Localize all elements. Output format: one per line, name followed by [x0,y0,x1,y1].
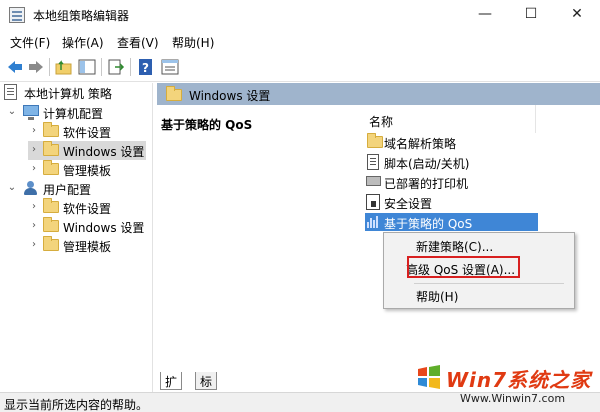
tree-computer-admin-templates[interactable]: › 管理模板 [28,160,152,179]
chevron-down-icon[interactable]: ⌄ [6,106,18,117]
tree-computer-windows-settings[interactable]: › Windows 设置 [28,141,146,160]
script-icon [367,154,379,170]
folder-icon [43,160,59,175]
list-item-name-resolution[interactable]: 域名解析策略 [365,133,525,151]
pane-header: Windows 设置 [157,83,600,105]
folder-icon [43,122,59,137]
tree-user-windows-settings[interactable]: › Windows 设置 [28,217,152,236]
tab-standard[interactable]: 标准 [195,372,218,406]
menu-action[interactable]: 操作(A) [62,34,104,51]
list-item-scripts[interactable]: 脚本(启动/关机) [365,153,525,171]
menu-file[interactable]: 文件(F) [10,34,50,51]
tree-user-admin-templates[interactable]: › 管理模板 [28,236,152,255]
tree-label: 软件设置 [63,202,112,216]
tree-label: 计算机配置 [43,107,104,121]
back-icon[interactable] [6,58,24,76]
help-icon[interactable]: ? [137,58,155,76]
minimize-button[interactable]: — [462,0,508,30]
toolbar-separator [130,58,131,76]
chevron-right-icon[interactable]: › [28,239,40,250]
folder-icon [43,198,59,213]
tree-label: 软件设置 [63,126,112,140]
toolbar: ? [0,52,600,82]
window-title: 本地组策略编辑器 [33,9,130,23]
list-item-label: 脚本(启动/关机) [384,157,470,171]
list-item-label: 安全设置 [384,197,433,211]
chevron-right-icon[interactable]: › [28,201,40,212]
watermark: Win7系统之家 Www.Winwin7.com [416,362,600,410]
description-title: 基于策略的 QoS [161,118,253,132]
menu-item-help[interactable]: 帮助(H) [416,288,458,305]
chevron-right-icon[interactable]: › [28,163,40,174]
computer-icon [23,105,39,120]
watermark-brand: Win7系统之家 [446,368,592,392]
tab-extended[interactable]: 扩展 [160,372,183,406]
chevron-right-icon[interactable]: › [28,144,40,155]
menu-help[interactable]: 帮助(H) [172,34,214,51]
show-hide-tree-icon[interactable] [78,58,96,76]
forward-icon[interactable] [27,58,45,76]
svg-text:?: ? [142,61,149,75]
menu-item-new-policy[interactable]: 新建策略(C)... [416,238,493,255]
list-item-security-settings[interactable]: 安全设置 [365,193,525,211]
red-highlight-box [407,256,520,278]
chevron-right-icon[interactable]: › [28,220,40,231]
policy-editor-icon [9,7,25,23]
qos-chart-icon [367,216,381,228]
up-folder-icon[interactable] [55,58,73,76]
security-icon [366,194,380,210]
list-item-label: 基于策略的 QoS [384,217,473,231]
pane-header-title: Windows 设置 [189,89,271,103]
menu-divider [414,283,564,284]
column-divider[interactable] [535,105,536,133]
tree-label: 管理模板 [63,240,112,254]
tree-label: 管理模板 [63,164,112,178]
tree-root[interactable]: 本地计算机 策略 [4,83,152,102]
list-item-label: 域名解析策略 [384,137,457,151]
menu-view[interactable]: 查看(V) [117,34,159,51]
tree-label: 本地计算机 策略 [24,87,112,101]
chevron-right-icon[interactable]: › [28,125,40,136]
close-button[interactable]: ✕ [554,0,600,30]
column-header-name[interactable]: 名称 [367,111,600,131]
list-item-policy-qos[interactable]: 基于策略的 QoS [365,213,538,231]
windows-logo-icon [416,364,442,390]
printer-icon [366,176,381,186]
tree-label: Windows 设置 [63,221,145,235]
context-menu: 新建策略(C)... 高级 QoS 设置(A)... 帮助(H) [383,232,575,309]
maximize-button[interactable]: ☐ [508,0,554,30]
toolbar-separator [101,58,102,76]
menu-bar: 文件(F) 操作(A) 查看(V) 帮助(H) [0,30,600,52]
user-icon [23,181,39,195]
export-list-icon[interactable] [107,58,125,76]
status-text: 显示当前所选内容的帮助。 [4,398,149,412]
policy-document-icon [4,84,17,100]
tree-user-config[interactable]: ⌄ 用户配置 [6,179,152,198]
column-label: 名称 [369,115,394,129]
toolbar-separator [49,58,50,76]
console-tree: 本地计算机 策略 ⌄ 计算机配置 › 软件设置 › Windows 设置 › 管… [0,83,153,392]
tree-label: Windows 设置 [63,145,145,159]
list-item-deployed-printers[interactable]: 已部署的打印机 [365,173,525,191]
title-bar: 本地组策略编辑器 — ☐ ✕ [0,0,600,30]
chevron-down-icon[interactable]: ⌄ [6,182,18,193]
folder-icon [43,217,59,232]
list-item-label: 已部署的打印机 [384,177,469,191]
folder-icon [43,236,59,251]
folder-icon [43,141,59,156]
tree-user-software-settings[interactable]: › 软件设置 [28,198,152,217]
tree-computer-config[interactable]: ⌄ 计算机配置 [6,103,152,122]
folder-icon [166,86,182,101]
tree-computer-software-settings[interactable]: › 软件设置 [28,122,152,141]
properties-icon[interactable] [161,58,179,76]
folder-icon [367,133,383,148]
watermark-url: Www.Winwin7.com [460,392,566,405]
tree-label: 用户配置 [43,183,92,197]
